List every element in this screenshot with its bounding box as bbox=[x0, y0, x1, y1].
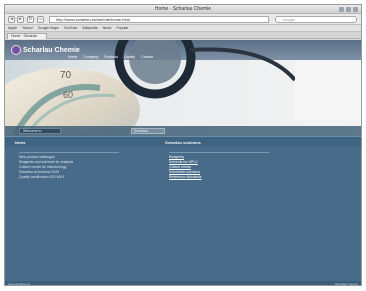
address-bar[interactable]: http://www.scharlau.es/web/de/home.html bbox=[49, 16, 269, 23]
minimize-button[interactable] bbox=[339, 7, 344, 12]
welcome-strip: Welcome to Scharlau bbox=[5, 126, 361, 136]
solutions-column: Reagents Solvents for HPLC Culture media… bbox=[169, 150, 289, 180]
bookmark-item[interactable]: Google Maps bbox=[38, 26, 59, 30]
web-page: 70 60 Scharlau Chemie Home Company Produ… bbox=[5, 40, 361, 286]
navigation-toolbar: ◂ ▸ ↻ ⌂ http://www.scharlau.es/web/de/ho… bbox=[5, 14, 361, 25]
bookmark-item[interactable]: YouTube bbox=[64, 26, 78, 30]
solution-link[interactable]: Reference standards bbox=[169, 175, 289, 180]
dial-number: 60 bbox=[63, 90, 73, 100]
logo-icon bbox=[11, 45, 21, 55]
reload-button[interactable]: ↻ bbox=[27, 16, 34, 23]
section-header-bar: News Scharlau solutions bbox=[5, 136, 361, 146]
logo-text: Scharlau Chemie bbox=[23, 46, 80, 54]
nav-item[interactable]: Company bbox=[83, 55, 98, 59]
back-button[interactable]: ◂ bbox=[8, 16, 15, 23]
home-button[interactable]: ⌂ bbox=[37, 16, 44, 23]
site-navigation: Home Company Products Quality Contact bbox=[68, 55, 153, 59]
content-area: New product catalogue Reagents and solve… bbox=[5, 146, 361, 281]
bookmark-item[interactable]: Wikipedia bbox=[82, 26, 97, 30]
divider bbox=[169, 150, 269, 153]
browser-window: Home · Scharlau Chemie ◂ ▸ ↻ ⌂ http://ww… bbox=[4, 4, 362, 286]
bookmark-item[interactable]: Apple bbox=[8, 26, 17, 30]
page-footer: www.scharlau.es Scharlau Chemie bbox=[5, 281, 361, 286]
bookmark-item[interactable]: Popular bbox=[116, 26, 128, 30]
bookmarks-bar: Apple Yahoo! Google Maps YouTube Wikiped… bbox=[5, 25, 361, 32]
hero-banner: 70 60 Scharlau Chemie Home Company Produ… bbox=[5, 40, 361, 136]
window-title: Home · Scharlau Chemie bbox=[154, 6, 212, 12]
forward-button[interactable]: ▸ bbox=[17, 16, 24, 23]
nav-item[interactable]: Quality bbox=[124, 55, 135, 59]
news-heading: News bbox=[15, 140, 26, 145]
divider bbox=[19, 150, 119, 153]
welcome-label: Welcome to bbox=[19, 128, 61, 134]
bookmark-item[interactable]: Yahoo! bbox=[22, 26, 33, 30]
close-button[interactable] bbox=[353, 7, 358, 12]
footer-right-text: Scharlau Chemie bbox=[334, 282, 358, 286]
browser-tab[interactable]: Home · Scharlau Chemie bbox=[7, 33, 47, 43]
nav-item[interactable]: Contact bbox=[141, 55, 153, 59]
footer-left-text[interactable]: www.scharlau.es bbox=[8, 282, 31, 285]
mini-label: Scharlau bbox=[131, 128, 165, 134]
bookmark-item[interactable]: News bbox=[103, 26, 112, 30]
news-item[interactable]: Quality certification ISO 9001 bbox=[19, 175, 139, 180]
nav-item[interactable]: Home bbox=[68, 55, 77, 59]
tab-bar: Home · Scharlau Chemie bbox=[5, 32, 361, 43]
maximize-button[interactable] bbox=[346, 7, 351, 12]
nav-item[interactable]: Products bbox=[104, 55, 118, 59]
search-field[interactable]: Google bbox=[275, 16, 357, 23]
news-column: New product catalogue Reagents and solve… bbox=[19, 150, 139, 180]
titlebar: Home · Scharlau Chemie bbox=[5, 5, 361, 14]
dial-number: 70 bbox=[60, 70, 72, 81]
solutions-heading: Scharlau solutions bbox=[165, 140, 201, 145]
